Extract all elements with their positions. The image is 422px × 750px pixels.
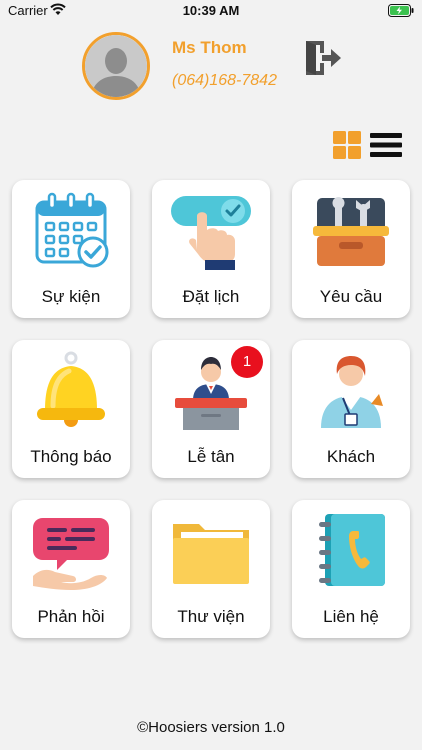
toolbox-icon [313, 197, 389, 266]
tile-label: Yêu cầu [319, 287, 383, 306]
bell-icon [37, 351, 105, 427]
tile-le-tan[interactable]: 1 Lễ tân [152, 340, 270, 478]
notification-badge: 1 [231, 346, 263, 378]
user-name: Ms Thom [172, 38, 247, 57]
tile-thong-bao[interactable]: Thông báo [12, 340, 130, 478]
folder-icon [173, 524, 249, 584]
booking-toggle-icon [171, 196, 251, 270]
tile-phan-hoi[interactable]: Phản hồi [12, 500, 130, 638]
status-time: 10:39 AM [182, 3, 240, 18]
contact-book-icon [319, 514, 385, 586]
tile-label: Đặt lịch [182, 287, 240, 306]
tile-label: Thư viện [177, 607, 245, 626]
calendar-icon [35, 192, 109, 268]
tile-label: Lễ tân [187, 447, 235, 466]
user-phone: (064)168-7842 [172, 72, 277, 89]
tile-su-kien[interactable]: Sự kiện [12, 180, 130, 318]
tile-label: Phản hồi [37, 607, 105, 626]
tile-label: Liên hệ [323, 607, 379, 626]
tile-lien-he[interactable]: Liên hệ [292, 500, 410, 638]
tile-khach[interactable]: Khách [292, 340, 410, 478]
grid-view-icon[interactable] [333, 131, 361, 159]
guest-icon [321, 356, 383, 428]
feedback-icon [33, 518, 109, 590]
logout-icon[interactable] [303, 40, 343, 76]
status-bar: Carrier 10:39 AM [0, 0, 422, 22]
tile-label: Khách [326, 447, 376, 466]
list-view-icon[interactable] [370, 131, 402, 159]
footer-version: ©Hoosiers version 1.0 [137, 719, 285, 736]
tile-dat-lich[interactable]: Đặt lịch [152, 180, 270, 318]
tile-thu-vien[interactable]: Thư viện [152, 500, 270, 638]
tile-label: Thông báo [30, 447, 112, 466]
battery-icon [388, 4, 414, 17]
profile-header: Ms Thom (064)168-7842 [0, 28, 422, 108]
tile-yeu-cau[interactable]: Yêu cầu [292, 180, 410, 318]
avatar[interactable] [82, 32, 150, 100]
tile-label: Sự kiện [41, 287, 101, 306]
user-silhouette-icon [85, 35, 147, 97]
